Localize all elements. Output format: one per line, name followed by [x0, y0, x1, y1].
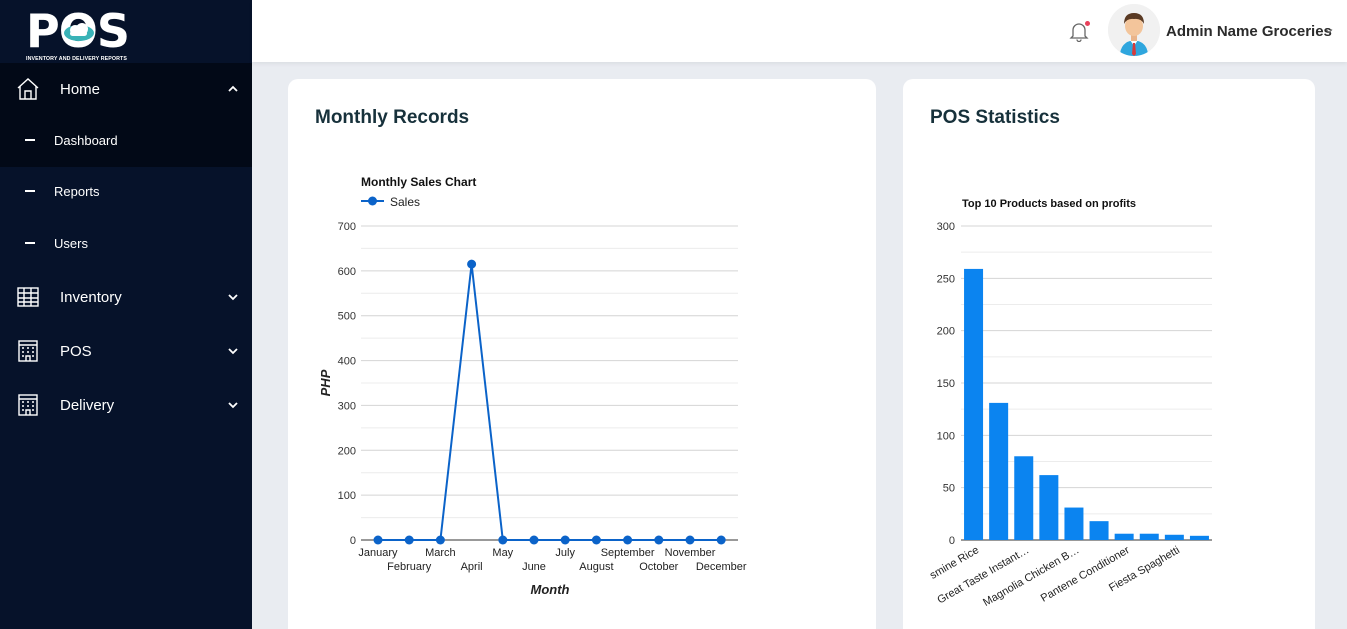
sidebar-subitem-dashboard[interactable]: Dashboard — [0, 125, 252, 155]
y-tick-label: 50 — [943, 483, 955, 495]
logo-subtitle: INVENTORY AND DELIVERY REPORTS — [26, 56, 128, 62]
top-header: Admin Name Groceries — [252, 0, 1347, 62]
data-point[interactable] — [591, 535, 601, 545]
sidebar-subitem-label: Users — [54, 235, 88, 251]
chevron-down-icon — [228, 348, 238, 355]
y-tick-label: 300 — [338, 400, 356, 412]
data-point[interactable] — [498, 535, 508, 545]
bar[interactable] — [1089, 521, 1109, 540]
chart-title: Top 10 Products based on profits — [962, 198, 1136, 210]
sidebar-item-label: Home — [60, 80, 101, 98]
sidebar-item-label: Inventory — [60, 288, 122, 306]
chart-title: Monthly Sales Chart — [361, 175, 476, 189]
y-tick-label: 250 — [937, 273, 955, 285]
chevron-down-icon — [228, 402, 238, 409]
building-icon — [18, 340, 38, 362]
bar[interactable] — [1064, 507, 1084, 540]
chevron-down-icon[interactable] — [1324, 26, 1334, 36]
sidebar-item-label: Delivery — [60, 396, 115, 414]
top-products-chart: Top 10 Products based on profits 0 50 100 1… — [928, 198, 1212, 609]
home-icon — [17, 78, 39, 100]
y-tick-label: 400 — [338, 356, 356, 368]
x-tick-label: February — [387, 561, 432, 573]
bar[interactable] — [1039, 475, 1059, 540]
sales-series-line — [378, 264, 722, 541]
x-tick-label: April — [461, 561, 483, 573]
bar[interactable] — [1114, 533, 1134, 540]
dash-icon — [25, 139, 35, 141]
sidebar-item-pos[interactable]: POS — [0, 331, 252, 371]
chevron-down-icon — [228, 294, 238, 301]
y-tick-label: 0 — [350, 535, 356, 547]
x-tick-label: November — [665, 547, 716, 559]
x-tick-label: Pantene Conditioner — [1039, 544, 1132, 605]
dash-icon — [25, 242, 35, 244]
y-tick-label: 200 — [338, 445, 356, 457]
pos-statistics-card: POS Statistics Top 10 Products based on … — [903, 79, 1315, 629]
y-tick-label: 500 — [338, 311, 356, 323]
x-tick-label: March — [425, 547, 456, 559]
x-tick-label: June — [522, 561, 546, 573]
x-axis-label: Month — [531, 582, 570, 597]
data-point[interactable] — [716, 535, 726, 545]
chevron-up-icon — [228, 85, 238, 92]
data-point[interactable] — [435, 535, 445, 545]
x-tick-label: December — [696, 561, 747, 573]
x-tick-label: August — [579, 561, 613, 573]
data-point[interactable] — [654, 535, 664, 545]
data-point[interactable] — [560, 535, 570, 545]
y-tick-label: 100 — [338, 490, 356, 502]
monthly-sales-chart: Monthly Sales Chart Sales 0 100 200 300 400 5… — [318, 175, 747, 597]
sidebar: POS INVENTORY AND DELIVERY REPORTS Home … — [0, 0, 252, 629]
legend-marker — [368, 196, 377, 206]
app-logo[interactable]: POS INVENTORY AND DELIVERY REPORTS — [26, 8, 146, 66]
bar[interactable] — [964, 268, 984, 540]
y-tick-label: 300 — [937, 221, 955, 233]
data-point[interactable] — [404, 535, 414, 545]
sidebar-subitem-reports[interactable]: Reports — [0, 176, 252, 206]
avatar-image — [1108, 4, 1160, 56]
bar[interactable] — [989, 402, 1009, 540]
y-tick-label: 200 — [937, 326, 955, 338]
y-tick-label: 700 — [338, 221, 356, 233]
sidebar-subitem-label: Reports — [54, 183, 100, 199]
sidebar-subitem-users[interactable]: Users — [0, 228, 252, 258]
notification-dot — [1085, 21, 1090, 26]
sidebar-item-home[interactable]: Home — [0, 69, 252, 109]
x-tick-label: September — [601, 547, 655, 559]
bar[interactable] — [1139, 533, 1159, 540]
avatar[interactable] — [1108, 4, 1160, 56]
user-name[interactable]: Admin Name Groceries — [1166, 23, 1332, 40]
legend-label: Sales — [390, 195, 420, 209]
grid-table-icon — [17, 287, 39, 307]
sidebar-item-inventory[interactable]: Inventory — [0, 277, 252, 317]
y-tick-label: 0 — [949, 535, 955, 547]
data-point[interactable] — [529, 535, 539, 545]
x-tick-label: January — [358, 547, 398, 559]
bar[interactable] — [1189, 535, 1209, 540]
x-tick-label: July — [555, 547, 575, 559]
bar[interactable] — [1164, 534, 1184, 540]
cloud-logo-icon — [64, 23, 94, 41]
bar[interactable] — [1014, 456, 1034, 540]
data-point[interactable] — [467, 259, 477, 269]
monthly-records-card: Monthly Records Monthly Sales Chart Sale… — [288, 79, 876, 629]
y-tick-label: 100 — [937, 430, 955, 442]
data-point[interactable] — [685, 535, 695, 545]
x-tick-label: Magnolia Chicken B… — [981, 544, 1081, 609]
sidebar-subitem-label: Dashboard — [54, 132, 118, 148]
chart-legend[interactable]: Sales — [361, 195, 420, 209]
data-point[interactable] — [623, 535, 633, 545]
y-tick-label: 600 — [338, 266, 356, 278]
y-axis-label: PHP — [318, 369, 333, 396]
x-tick-label: May — [492, 547, 513, 559]
y-tick-label: 150 — [937, 378, 955, 390]
building-icon — [18, 394, 38, 416]
sidebar-item-delivery[interactable]: Delivery — [0, 385, 252, 425]
sidebar-item-label: POS — [60, 342, 92, 360]
x-tick-label: October — [639, 561, 678, 573]
dash-icon — [25, 190, 35, 192]
data-point[interactable] — [373, 535, 383, 545]
